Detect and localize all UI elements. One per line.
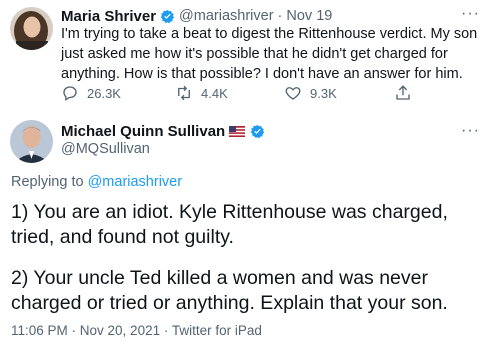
verified-badge-icon <box>160 9 175 23</box>
like-count: 9.3K <box>310 85 337 101</box>
replying-label: Replying to <box>11 174 84 190</box>
author-name[interactable]: Michael Quinn Sullivan <box>61 123 225 140</box>
avatar-michael-quinn-sullivan[interactable] <box>10 120 53 163</box>
heart-icon <box>285 87 301 100</box>
tweet-paragraph-2: 2) Your uncle Ted killed a women and was… <box>11 267 448 314</box>
author-name[interactable]: Maria Shriver <box>61 8 156 25</box>
share-icon <box>396 85 410 100</box>
replying-to: Replying to @mariashriver <box>11 174 182 190</box>
reply-count: 26.3K <box>87 85 121 101</box>
reply-button[interactable]: 26.3K <box>61 84 121 102</box>
tweet-meta[interactable]: 11:06 PM · Nov 20, 2021 · Twitter for iP… <box>11 323 262 338</box>
retweet-count: 4.4K <box>201 85 228 101</box>
replying-to-handle-link[interactable]: @mariashriver <box>88 174 182 190</box>
tweet-date[interactable]: Nov 19 <box>286 8 332 24</box>
reply-icon <box>63 86 77 102</box>
tweet-paragraph-1: 1) You are an idiot. Kyle Rittenhouse wa… <box>11 201 448 248</box>
share-button[interactable] <box>394 84 412 102</box>
verified-badge-icon <box>251 124 265 138</box>
retweet-button[interactable]: 4.4K <box>175 84 228 102</box>
separator-dot: · <box>277 8 283 24</box>
author-handle[interactable]: @mariashriver <box>179 8 273 24</box>
more-options-icon[interactable]: ··· <box>461 123 480 139</box>
avatar-maria-shriver[interactable] <box>10 7 53 50</box>
us-flag-icon <box>229 125 246 137</box>
retweet-icon <box>178 85 190 101</box>
like-button[interactable]: 9.3K <box>284 84 337 102</box>
more-options-icon[interactable]: ··· <box>461 6 480 22</box>
author-handle[interactable]: @MQSullivan <box>61 141 150 157</box>
tweet-text: I'm trying to take a beat to digest the … <box>61 26 478 82</box>
